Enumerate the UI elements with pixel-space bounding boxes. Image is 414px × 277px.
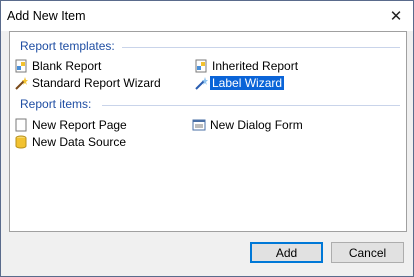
label-wizard-wand-icon bbox=[195, 77, 208, 90]
add-new-item-dialog: Add New Item ✕ Report templates: Blank R… bbox=[0, 0, 414, 277]
dialog-form-icon bbox=[192, 119, 206, 131]
item-list-panel: Report templates: Blank Report Inherited… bbox=[9, 31, 407, 232]
report-items-header: Report items: bbox=[20, 97, 92, 111]
inherited-report-icon bbox=[195, 59, 207, 73]
add-button[interactable]: Add bbox=[250, 242, 323, 263]
inherited-report-item[interactable]: Inherited Report bbox=[194, 58, 300, 74]
blank-report-item[interactable]: Blank Report bbox=[14, 58, 103, 74]
group-divider bbox=[122, 47, 400, 48]
group-divider bbox=[102, 105, 400, 106]
report-templates-header: Report templates: bbox=[20, 39, 115, 53]
new-dialog-form-item[interactable]: New Dialog Form bbox=[192, 117, 305, 133]
new-data-source-item[interactable]: New Data Source bbox=[14, 134, 128, 150]
dialog-title: Add New Item bbox=[7, 9, 86, 23]
title-bar: Add New Item ✕ bbox=[1, 1, 413, 31]
new-report-page-item[interactable]: New Report Page bbox=[14, 117, 129, 133]
data-source-icon bbox=[15, 135, 27, 149]
close-icon[interactable]: ✕ bbox=[387, 7, 405, 25]
wizard-wand-icon bbox=[15, 77, 28, 90]
cancel-button[interactable]: Cancel bbox=[331, 242, 404, 263]
label-wizard-item[interactable]: Label Wizard bbox=[194, 75, 285, 91]
report-page-icon bbox=[15, 118, 27, 132]
standard-report-wizard-item[interactable]: Standard Report Wizard bbox=[14, 75, 163, 91]
blank-report-icon bbox=[15, 59, 27, 73]
